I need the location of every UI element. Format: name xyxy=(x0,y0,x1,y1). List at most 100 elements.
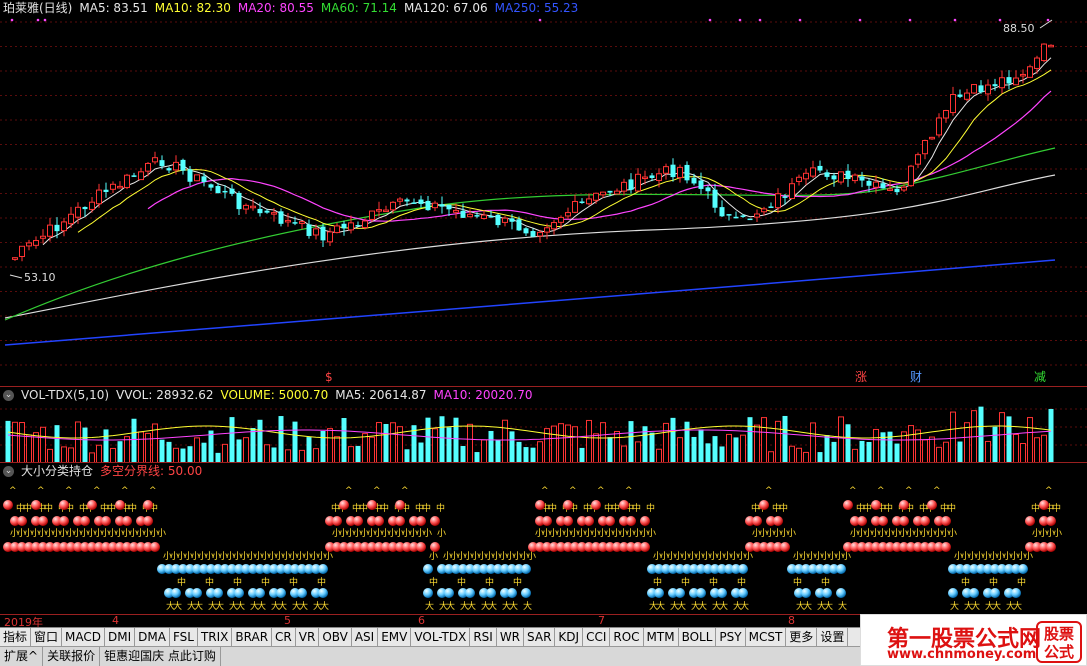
volume-bar xyxy=(285,449,291,462)
expand-button[interactable]: 扩展^ xyxy=(0,647,44,666)
candle-up xyxy=(117,185,123,189)
small-glyph: 小 xyxy=(744,551,753,562)
candle-up xyxy=(1041,43,1047,62)
candle-up xyxy=(950,94,956,114)
small-glyph: 小 xyxy=(787,528,796,539)
mid-glyph: 中 xyxy=(646,502,655,514)
tab-roc[interactable]: ROC xyxy=(610,628,644,646)
candle-down xyxy=(978,85,984,93)
candle-up xyxy=(642,176,648,180)
tick-glyph: ^ xyxy=(877,486,885,496)
volume-bar xyxy=(96,444,102,462)
related-quotes-button[interactable]: 关联报价 xyxy=(43,647,101,666)
volume-ma5-line xyxy=(7,425,1052,439)
tab-kdj[interactable]: KDJ xyxy=(555,628,584,646)
candle-up xyxy=(40,235,46,239)
candle-up xyxy=(327,231,333,243)
position-classification-panel[interactable]: 小^小中小中小小中^小中小小中小中^小小中小中小^小中小中小小中^小中小小中小中… xyxy=(0,462,1087,614)
tab-macd[interactable]: MACD xyxy=(62,628,106,646)
volume-bar xyxy=(495,440,501,462)
tab-cci[interactable]: CCI xyxy=(583,628,611,646)
tab-more[interactable]: 更多 xyxy=(786,628,818,646)
tab-rsi[interactable]: RSI xyxy=(470,628,497,646)
long-position-ball xyxy=(563,500,573,510)
long-position-ball xyxy=(626,516,636,526)
tab-boll[interactable]: BOLL xyxy=(679,628,717,646)
volume-bar xyxy=(54,425,60,462)
big-glyph: 大 xyxy=(719,600,728,612)
volume-bar xyxy=(509,431,515,462)
collapse-icon[interactable]: ⌄ xyxy=(3,390,14,401)
candle-down xyxy=(684,164,690,181)
mid-glyph: 中 xyxy=(632,502,641,514)
short-position-ball xyxy=(801,588,811,598)
long-position-ball xyxy=(591,500,601,510)
tab-indicator[interactable]: 指标 xyxy=(0,628,32,646)
candle-down xyxy=(824,172,830,177)
volume-bar xyxy=(299,449,305,462)
promo-order-button[interactable]: 钜惠迎国庆 点此订购 xyxy=(100,647,221,666)
price-chart-panel[interactable]: 88.50 53.10 $ 涨 财 减 珀莱雅(日线) MA5: 83.51 MA10: … xyxy=(0,0,1087,386)
axis-month: 5 xyxy=(284,614,291,627)
tab-fsl[interactable]: FSL xyxy=(170,628,198,646)
tab-emv[interactable]: EMV xyxy=(378,628,412,646)
short-position-ball xyxy=(171,588,181,598)
mid-glyph: 中 xyxy=(947,502,956,514)
candle-up xyxy=(68,213,74,225)
tab-obv[interactable]: OBV xyxy=(319,628,352,646)
collapse-icon[interactable]: ⌄ xyxy=(3,466,14,477)
news-dot xyxy=(798,18,802,22)
tab-dmi[interactable]: DMI xyxy=(105,628,136,646)
price-chart[interactable]: 88.50 53.10 $ 涨 财 减 xyxy=(0,0,1087,386)
tab-psy[interactable]: PSY xyxy=(716,628,746,646)
candle-up xyxy=(348,222,354,231)
classification-chart[interactable]: 小^小中小中小小中^小中小小中小中^小小中小中小^小中小中小小中^小中小小中小中… xyxy=(0,463,1087,614)
big-glyph: 大 xyxy=(740,600,749,612)
tab-asi[interactable]: ASI xyxy=(352,628,379,646)
tab-sar[interactable]: SAR xyxy=(524,628,556,646)
candle-up xyxy=(502,217,508,223)
tab-trix[interactable]: TRIX xyxy=(198,628,233,646)
volume-bar xyxy=(236,439,242,462)
tab-settings[interactable]: 设置 xyxy=(817,628,849,646)
event-marker: 减 xyxy=(1034,370,1046,384)
tab-mcst[interactable]: MCST xyxy=(746,628,787,646)
candle-up xyxy=(362,220,368,228)
volume-bar xyxy=(957,441,963,462)
volume-bar xyxy=(460,445,466,462)
long-position-ball xyxy=(395,516,405,526)
tab-cr[interactable]: CR xyxy=(272,628,296,646)
long-position-ball xyxy=(80,516,90,526)
candle-down xyxy=(670,164,676,178)
tab-window[interactable]: 窗口 xyxy=(31,628,63,646)
candle-down xyxy=(509,218,515,222)
short-position-ball xyxy=(1011,588,1021,598)
volume-bar xyxy=(131,418,137,462)
volume-bar xyxy=(922,439,928,462)
tab-mtm[interactable]: MTM xyxy=(644,628,679,646)
news-dot xyxy=(758,18,762,22)
tab-vr[interactable]: VR xyxy=(296,628,320,646)
candle-down xyxy=(222,190,228,193)
tab-vol-tdx[interactable]: VOL-TDX xyxy=(411,628,471,646)
tick-glyph: ^ xyxy=(905,486,913,496)
volume-bar xyxy=(75,421,81,462)
volume-panel[interactable]: ⌄ VOL-TDX(5,10) VVOL: 28932.62 VOLUME: 5… xyxy=(0,386,1087,462)
volume-bar xyxy=(635,441,641,462)
tab-wr[interactable]: WR xyxy=(497,628,525,646)
candle-down xyxy=(831,175,837,180)
volume-bar xyxy=(768,451,774,462)
big-glyph: 大 xyxy=(194,600,203,612)
tab-dma[interactable]: DMA xyxy=(135,628,170,646)
small-glyph: 小 xyxy=(437,528,446,539)
volume-bar xyxy=(754,424,760,462)
big-glyph: 大 xyxy=(278,600,287,612)
candle-down xyxy=(859,176,865,181)
candle-up xyxy=(775,193,781,209)
big-glyph: 大 xyxy=(677,600,686,612)
tick-glyph: ^ xyxy=(849,486,857,496)
volume-bar xyxy=(201,442,207,462)
tab-brar[interactable]: BRAR xyxy=(232,628,273,646)
volume-bar xyxy=(306,437,312,462)
axis-month: 4 xyxy=(112,614,119,627)
